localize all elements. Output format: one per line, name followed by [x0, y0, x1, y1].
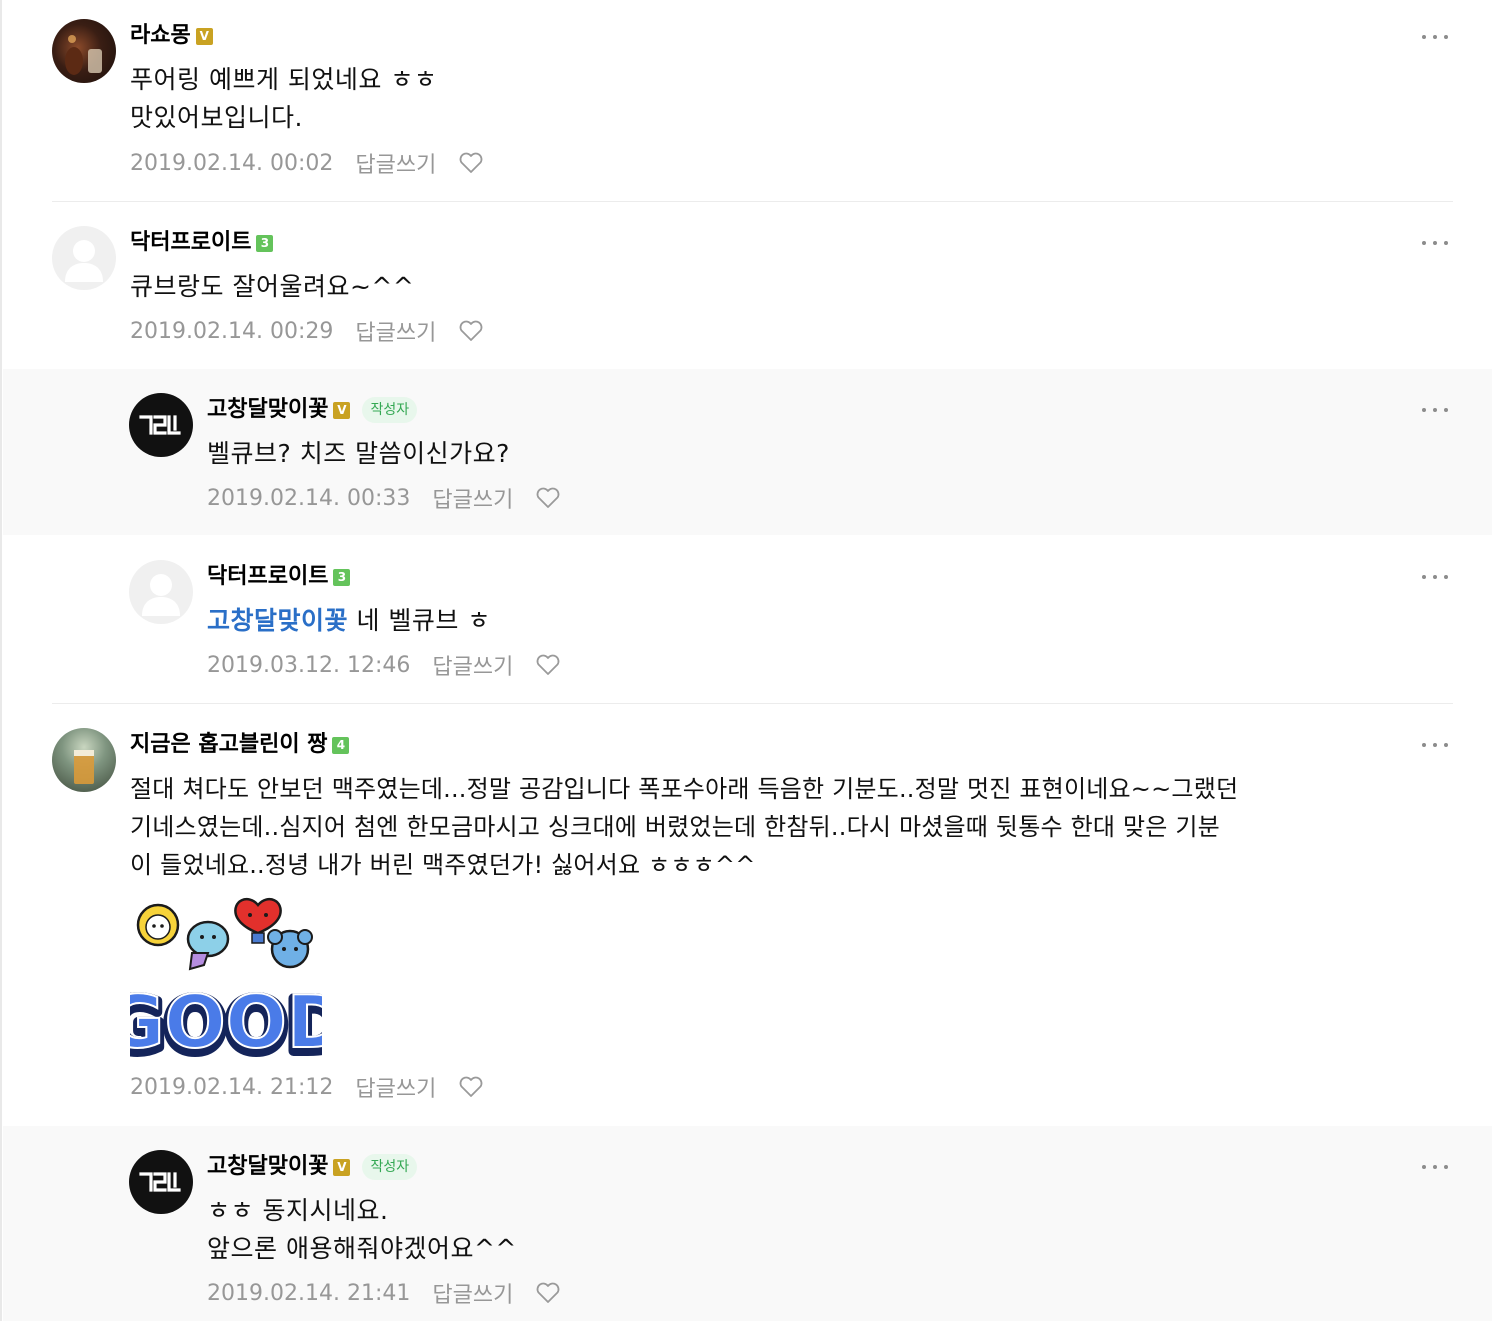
mention-link[interactable]: 고창달맞이꽃 [207, 606, 348, 635]
comment-meta: 2019.02.14. 21:12 답글쓰기 [130, 1071, 484, 1103]
nickname-text[interactable]: 지금은 홉고블린이 짱 [130, 731, 327, 759]
comment-text: 절대 쳐다도 안보던 맥주였는데...정말 공감입니다 폭포수아래 득음한 기분… [130, 770, 1430, 884]
more-options-icon[interactable] [1422, 238, 1448, 248]
reply-button[interactable]: 답글쓰기 [355, 315, 436, 347]
more-options-icon[interactable] [1422, 1162, 1448, 1172]
comment-nickname[interactable]: 닥터프로이트 3 [130, 229, 274, 257]
comment-line: 기네스였는데..심지어 첨엔 한모금마시고 싱크대에 버렸었는데 한참뒤..다시… [130, 813, 1220, 841]
comment-nickname[interactable]: 지금은 홉고블린이 짱 4 [130, 731, 350, 759]
comment-text: 푸어링 예쁘게 되었네요 ㅎㅎ 맛있어보입니다. [130, 61, 437, 137]
level-badge-icon: 3 [256, 234, 274, 252]
heart-icon[interactable] [458, 1075, 484, 1099]
level-badge-icon: 3 [333, 568, 351, 586]
comment-text: ㅎㅎ 동지시네요. 앞으론 애용해줘야겠어요^^ [207, 1192, 517, 1268]
nickname-text[interactable]: 고창달맞이꽃 [207, 396, 328, 424]
comment-date: 2019.02.14. 00:29 [130, 318, 334, 344]
more-options-icon[interactable] [1422, 32, 1448, 42]
comment-nickname[interactable]: 고창달맞이꽃 V 작성자 [207, 1153, 418, 1181]
comment-line: 맛있어보입니다. [130, 103, 303, 132]
comment-line: 절대 쳐다도 안보던 맥주였는데...정말 공감입니다 폭포수아래 득음한 기분… [130, 775, 1239, 803]
comment-line: 앞으론 애용해줘야겠어요^^ [207, 1234, 517, 1263]
reply-button[interactable]: 답글쓰기 [432, 1277, 513, 1309]
default-profile-icon[interactable] [129, 560, 193, 624]
avatar[interactable] [52, 19, 116, 83]
nickname-text[interactable]: 라쇼몽 [130, 22, 191, 50]
comment-date: 2019.02.14. 21:12 [130, 1074, 334, 1100]
manager-badge-icon: V [333, 401, 351, 419]
nickname-text[interactable]: 닥터프로이트 [207, 563, 328, 591]
more-options-icon[interactable] [1422, 740, 1448, 750]
nickname-text[interactable]: 닥터프로이트 [130, 229, 251, 257]
comment-item: 라쇼몽 V 푸어링 예쁘게 되었네요 ㅎㅎ 맛있어보입니다. 2019.02.1… [3, 0, 1492, 201]
logo-avatar[interactable] [129, 1150, 193, 1214]
default-profile-icon[interactable] [52, 226, 116, 290]
comment-meta: 2019.03.12. 12:46 답글쓰기 [207, 649, 561, 681]
comment-meta: 2019.02.14. 21:41 답글쓰기 [207, 1277, 561, 1309]
heart-icon[interactable] [535, 653, 561, 677]
comment-text: 큐브랑도 잘어울려요~^^ [130, 268, 414, 306]
heart-icon[interactable] [458, 151, 484, 175]
reply-button[interactable]: 답글쓰기 [432, 482, 513, 514]
comment-text: 벨큐브? 치즈 말씀이신가요? [207, 435, 510, 473]
writer-tag: 작성자 [362, 1154, 418, 1180]
heart-icon[interactable] [535, 1281, 561, 1305]
comment-meta: 2019.02.14. 00:02 답글쓰기 [130, 147, 484, 179]
comment-text: 고창달맞이꽃 네 벨큐브 ㅎ [207, 602, 491, 640]
reply-button[interactable]: 답글쓰기 [355, 147, 436, 179]
nickname-text[interactable]: 고창달맞이꽃 [207, 1153, 328, 1181]
reply-item: 닥터프로이트 3 고창달맞이꽃 네 벨큐브 ㅎ 2019.03.12. 12:4… [3, 536, 1492, 702]
comment-line: 이 들었네요..정녕 내가 버린 맥주였던가! 싫어서요 ㅎㅎㅎ^^ [130, 851, 756, 879]
comment-line: 벨큐브? 치즈 말씀이신가요? [207, 439, 510, 468]
comment-line: ㅎㅎ 동지시네요. [207, 1196, 389, 1225]
reply-button[interactable]: 답글쓰기 [432, 649, 513, 681]
comment-nickname[interactable]: 고창달맞이꽃 V 작성자 [207, 396, 418, 424]
comment-nickname[interactable]: 닥터프로이트 3 [207, 563, 351, 591]
more-options-icon[interactable] [1422, 572, 1448, 582]
logo-avatar[interactable] [129, 393, 193, 457]
sticker-text: GOOD [130, 980, 322, 1059]
level-badge-icon: 4 [332, 736, 350, 754]
comment-date: 2019.02.14. 00:02 [130, 150, 334, 176]
writer-tag: 작성자 [362, 397, 418, 423]
left-edge-line [0, 0, 2, 1321]
reply-button[interactable]: 답글쓰기 [355, 1071, 436, 1103]
reply-item: 고창달맞이꽃 V 작성자 벨큐브? 치즈 말씀이신가요? 2019.02.14.… [3, 369, 1492, 535]
comment-date: 2019.02.14. 21:41 [207, 1280, 411, 1306]
comment-meta: 2019.02.14. 00:33 답글쓰기 [207, 482, 561, 514]
manager-badge-icon: V [195, 27, 213, 45]
comment-date: 2019.03.12. 12:46 [207, 652, 411, 678]
comment-nickname[interactable]: 라쇼몽 V [130, 22, 213, 50]
good-sticker: GOOD GOOD [100, 893, 352, 1073]
manager-badge-icon: V [333, 1158, 351, 1176]
sticker-character-mang [186, 920, 230, 971]
comment-line: 네 벨큐브 ㅎ [348, 606, 491, 635]
comment-line: 큐브랑도 잘어울려요~^^ [130, 272, 415, 301]
heart-icon[interactable] [535, 486, 561, 510]
reply-item: 고창달맞이꽃 V 작성자 ㅎㅎ 동지시네요. 앞으론 애용해줘야겠어요^^ 20… [3, 1126, 1492, 1321]
comment-item: 닥터프로이트 3 큐브랑도 잘어울려요~^^ 2019.02.14. 00:29… [3, 202, 1492, 368]
avatar[interactable] [52, 728, 116, 792]
more-options-icon[interactable] [1422, 405, 1448, 415]
comment-meta: 2019.02.14. 00:29 답글쓰기 [130, 315, 484, 347]
comment-date: 2019.02.14. 00:33 [207, 485, 411, 511]
comment-line: 푸어링 예쁘게 되었네요 ㅎㅎ [130, 65, 438, 94]
sticker-character-koya [267, 929, 313, 969]
heart-icon[interactable] [458, 319, 484, 343]
sticker-character-chimmy [136, 903, 180, 947]
